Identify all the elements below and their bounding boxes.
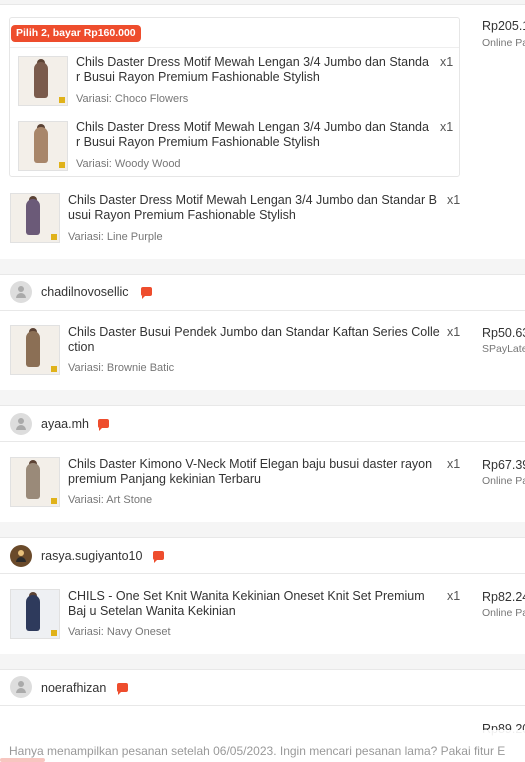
variant: Variasi: Line Purple <box>68 231 163 243</box>
payment-method: Online Pa <box>482 607 525 619</box>
seller-name[interactable]: noerafhizan <box>41 681 106 695</box>
avatar[interactable] <box>10 545 32 567</box>
quantity: x1 <box>447 325 461 339</box>
seller-name[interactable]: rasya.sugiyanto10 <box>41 549 142 563</box>
variant: Variasi: Art Stone <box>68 494 153 506</box>
quantity: x1 <box>447 457 461 471</box>
chat-icon[interactable] <box>141 287 152 299</box>
variant: Variasi: Brownie Batic <box>68 362 175 374</box>
divider <box>0 274 525 275</box>
chat-icon[interactable] <box>153 551 164 563</box>
quantity: x1 <box>440 55 454 69</box>
order-total: Rp67.39 <box>482 458 525 472</box>
quantity: x1 <box>440 120 454 134</box>
avatar[interactable] <box>10 676 32 698</box>
product-name[interactable]: Chils Daster Dress Motif Mewah Lengan 3/… <box>76 55 436 85</box>
payment-method: SPayLate <box>482 343 525 355</box>
order-total: Rp50.63 <box>482 326 525 340</box>
product-image[interactable] <box>18 56 68 106</box>
product-name[interactable]: Chils Daster Kimono V-Neck Motif Elegan … <box>68 457 442 487</box>
product-image[interactable] <box>10 325 60 375</box>
avatar[interactable] <box>10 413 32 435</box>
product-name[interactable]: Chils Daster Dress Motif Mewah Lengan 3/… <box>68 193 442 223</box>
seller-name[interactable]: ayaa.mh <box>41 417 89 431</box>
divider <box>0 405 525 406</box>
payment-method: Online Pa <box>482 475 525 487</box>
avatar[interactable] <box>10 281 32 303</box>
order-total: Rp205.1 <box>482 19 525 33</box>
promo-badge[interactable]: Pilih 2, bayar Rp160.000 <box>11 25 141 42</box>
product-image[interactable] <box>10 457 60 507</box>
product-name[interactable]: Chils Daster Dress Motif Mewah Lengan 3/… <box>76 120 436 150</box>
divider <box>10 47 459 48</box>
order-total: Rp82.24 <box>482 590 525 604</box>
divider <box>0 669 525 670</box>
chat-icon[interactable] <box>98 419 109 431</box>
variant: Variasi: Choco Flowers <box>76 93 189 105</box>
quantity: x1 <box>447 193 461 207</box>
footer-note-text: Hanya menampilkan pesanan setelah 06/05/… <box>9 744 506 758</box>
divider <box>0 537 525 538</box>
product-name[interactable]: Chils Daster Busui Pendek Jumbo dan Stan… <box>68 325 442 355</box>
chat-icon[interactable] <box>117 683 128 695</box>
quantity: x1 <box>447 589 461 603</box>
footer-accent <box>0 758 45 762</box>
product-image[interactable] <box>18 121 68 171</box>
variant: Variasi: Woody Wood <box>76 158 181 170</box>
product-name[interactable]: CHILS - One Set Knit Wanita Kekinian One… <box>68 589 442 619</box>
divider <box>0 4 525 5</box>
variant: Variasi: Navy Oneset <box>68 626 171 638</box>
payment-method: Online Pa <box>482 37 525 49</box>
product-image[interactable] <box>10 193 60 243</box>
product-image[interactable] <box>10 589 60 639</box>
seller-name[interactable]: chadilnovosellic <box>41 285 129 299</box>
